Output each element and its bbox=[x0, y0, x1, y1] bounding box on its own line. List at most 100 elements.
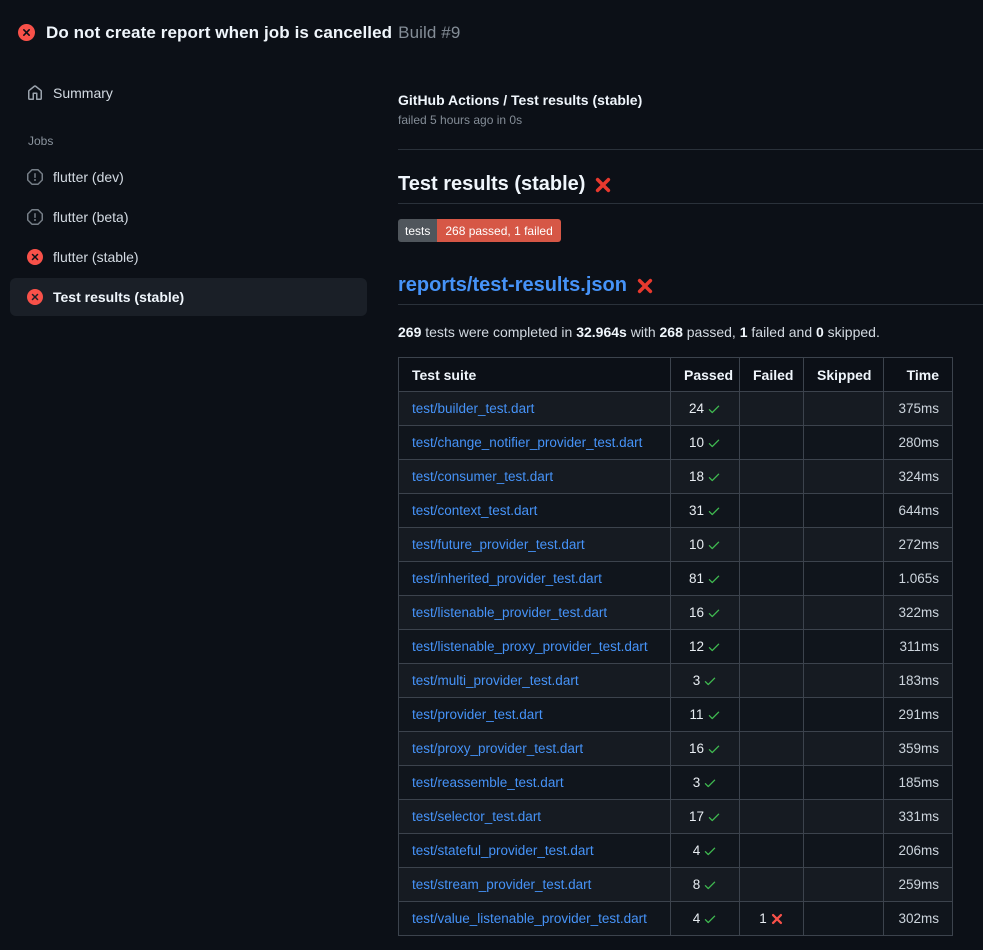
cell-passed: 16 bbox=[671, 732, 740, 766]
cell-passed: 8 bbox=[671, 868, 740, 902]
page-header: Do not create report when job is cancell… bbox=[0, 0, 983, 56]
cell-test-suite: test/consumer_test.dart bbox=[399, 460, 671, 494]
cell-failed bbox=[740, 426, 804, 460]
cell-passed: 81 bbox=[671, 562, 740, 596]
table-row: test/multi_provider_test.dart3183ms bbox=[399, 664, 953, 698]
cell-time: 331ms bbox=[884, 800, 953, 834]
cell-skipped bbox=[804, 766, 884, 800]
home-icon bbox=[27, 85, 43, 101]
suite-link[interactable]: test/selector_test.dart bbox=[412, 809, 541, 824]
suite-link[interactable]: test/change_notifier_provider_test.dart bbox=[412, 435, 642, 450]
cell-passed: 4 bbox=[671, 902, 740, 936]
cell-passed: 24 bbox=[671, 392, 740, 426]
cell-failed: 1 bbox=[740, 902, 804, 936]
cell-passed: 3 bbox=[671, 664, 740, 698]
test-table-body: test/builder_test.dart24375mstest/change… bbox=[399, 392, 953, 936]
divider bbox=[398, 149, 983, 150]
cell-skipped bbox=[804, 664, 884, 698]
section-title: Test results (stable) bbox=[398, 171, 983, 204]
suite-link[interactable]: test/stateful_provider_test.dart bbox=[412, 843, 594, 858]
cell-passed: 10 bbox=[671, 528, 740, 562]
suite-link[interactable]: test/builder_test.dart bbox=[412, 401, 534, 416]
suite-link[interactable]: test/provider_test.dart bbox=[412, 707, 543, 722]
table-row: test/value_listenable_provider_test.dart… bbox=[399, 902, 953, 936]
cell-failed bbox=[740, 732, 804, 766]
cell-time: 1.065s bbox=[884, 562, 953, 596]
suite-link[interactable]: test/future_provider_test.dart bbox=[412, 537, 585, 552]
cell-failed bbox=[740, 766, 804, 800]
suite-link[interactable]: test/context_test.dart bbox=[412, 503, 537, 518]
stop-cancelled-icon bbox=[27, 169, 43, 185]
sidebar-item-job-2[interactable]: flutter (stable) bbox=[10, 238, 367, 276]
cell-skipped bbox=[804, 902, 884, 936]
job-label: flutter (dev) bbox=[53, 169, 124, 185]
report-link[interactable]: reports/test-results.json bbox=[398, 272, 627, 298]
cell-test-suite: test/future_provider_test.dart bbox=[399, 528, 671, 562]
cell-failed bbox=[740, 392, 804, 426]
suite-link[interactable]: test/listenable_provider_test.dart bbox=[412, 605, 607, 620]
cell-skipped bbox=[804, 528, 884, 562]
suite-link[interactable]: test/stream_provider_test.dart bbox=[412, 877, 591, 892]
suite-link[interactable]: test/inherited_provider_test.dart bbox=[412, 571, 602, 586]
stop-cancelled-icon bbox=[27, 209, 43, 225]
cell-skipped bbox=[804, 494, 884, 528]
cross-mark-icon bbox=[594, 176, 612, 194]
cell-skipped bbox=[804, 868, 884, 902]
jobs-section-label: Jobs bbox=[28, 134, 367, 148]
cell-passed: 11 bbox=[671, 698, 740, 732]
cell-test-suite: test/stateful_provider_test.dart bbox=[399, 834, 671, 868]
tests-badge: tests 268 passed, 1 failed bbox=[398, 219, 561, 242]
sidebar-item-job-1[interactable]: flutter (beta) bbox=[10, 198, 367, 236]
suite-link[interactable]: test/consumer_test.dart bbox=[412, 469, 553, 484]
job-label: flutter (beta) bbox=[53, 209, 128, 225]
summary-line: 269 tests were completed in 32.964s with… bbox=[398, 324, 983, 340]
suite-link[interactable]: test/value_listenable_provider_test.dart bbox=[412, 911, 647, 926]
cell-passed: 3 bbox=[671, 766, 740, 800]
table-row: test/stream_provider_test.dart 8 259ms bbox=[399, 868, 953, 902]
suite-link[interactable]: test/proxy_provider_test.dart bbox=[412, 741, 583, 756]
cell-passed: 31 bbox=[671, 494, 740, 528]
suite-link[interactable]: test/multi_provider_test.dart bbox=[412, 673, 579, 688]
cell-failed bbox=[740, 664, 804, 698]
cell-time: 302ms bbox=[884, 902, 953, 936]
cell-test-suite: test/listenable_provider_test.dart bbox=[399, 596, 671, 630]
cell-time: 206ms bbox=[884, 834, 953, 868]
table-row: test/selector_test.dart 17 331ms bbox=[399, 800, 953, 834]
cell-test-suite: test/value_listenable_provider_test.dart bbox=[399, 902, 671, 936]
cell-test-suite: test/context_test.dart bbox=[399, 494, 671, 528]
cell-test-suite: test/change_notifier_provider_test.dart bbox=[399, 426, 671, 460]
cell-time: 259ms bbox=[884, 868, 953, 902]
table-row: test/listenable_proxy_provider_test.dart… bbox=[399, 630, 953, 664]
cell-failed bbox=[740, 596, 804, 630]
sidebar-item-job-0[interactable]: flutter (dev) bbox=[10, 158, 367, 196]
col-header-time: Time bbox=[884, 358, 953, 392]
sidebar-item-summary[interactable]: Summary bbox=[10, 74, 367, 112]
cell-passed: 17 bbox=[671, 800, 740, 834]
cell-time: 644ms bbox=[884, 494, 953, 528]
col-header-passed: Passed bbox=[671, 358, 740, 392]
cell-failed bbox=[740, 562, 804, 596]
badge-value: 268 passed, 1 failed bbox=[437, 219, 560, 242]
table-row: test/proxy_provider_test.dart16359ms bbox=[399, 732, 953, 766]
badge-label: tests bbox=[398, 219, 437, 242]
suite-link[interactable]: test/listenable_proxy_provider_test.dart bbox=[412, 639, 648, 654]
cell-failed bbox=[740, 800, 804, 834]
cell-passed: 10 bbox=[671, 426, 740, 460]
breadcrumb: GitHub Actions / Test results (stable) bbox=[398, 92, 983, 108]
x-circle-icon bbox=[27, 249, 43, 265]
test-results-table: Test suite Passed Failed Skipped Time te… bbox=[398, 357, 953, 936]
main-content: GitHub Actions / Test results (stable) f… bbox=[383, 56, 983, 936]
jobs-list: flutter (dev) flutter (beta) flutter (stab… bbox=[10, 158, 367, 316]
job-label: flutter (stable) bbox=[53, 249, 139, 265]
cell-failed bbox=[740, 494, 804, 528]
table-row: test/consumer_test.dart18324ms bbox=[399, 460, 953, 494]
table-row: test/context_test.dart 31 644ms bbox=[399, 494, 953, 528]
cell-time: 311ms bbox=[884, 630, 953, 664]
x-circle-icon bbox=[27, 289, 43, 305]
cell-skipped bbox=[804, 596, 884, 630]
build-number: Build #9 bbox=[398, 23, 460, 42]
suite-link[interactable]: test/reassemble_test.dart bbox=[412, 775, 564, 790]
sidebar-item-job-3[interactable]: Test results (stable) bbox=[10, 278, 367, 316]
col-header-failed: Failed bbox=[740, 358, 804, 392]
col-header-test-suite: Test suite bbox=[399, 358, 671, 392]
